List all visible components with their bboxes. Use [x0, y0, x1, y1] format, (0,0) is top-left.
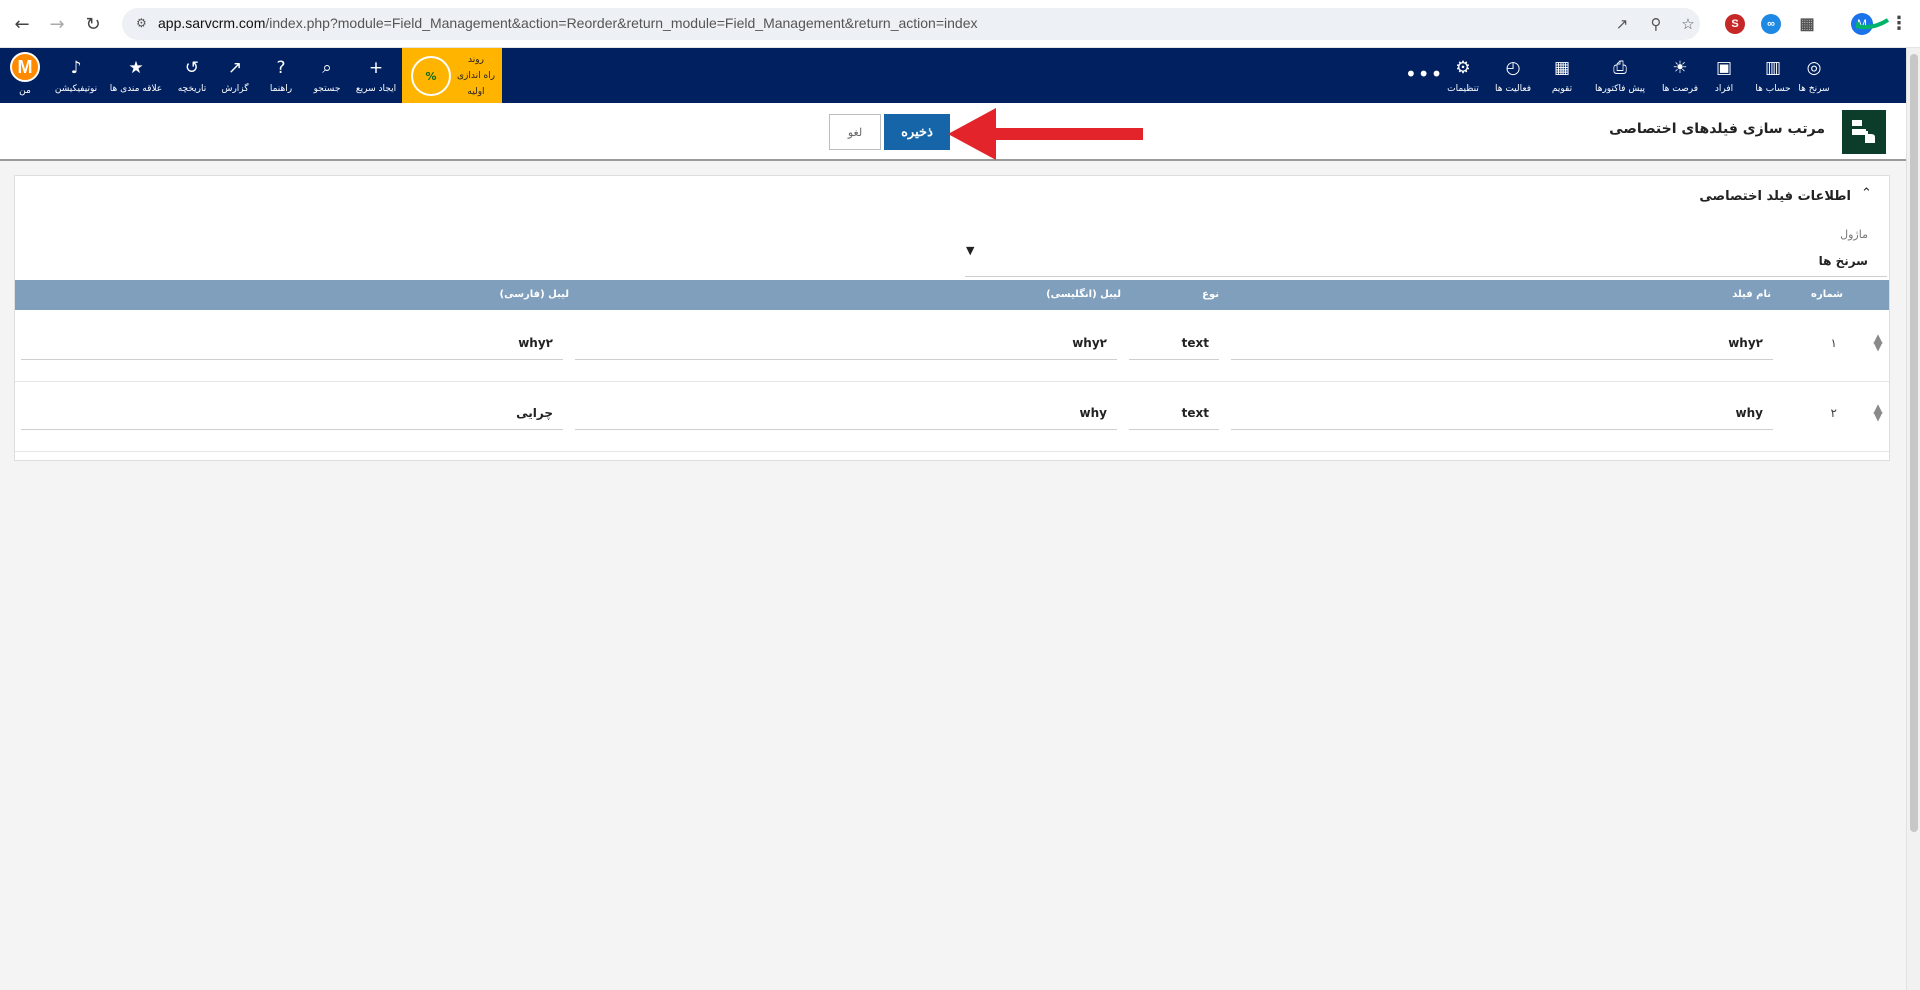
label-fa-cell: چرایی: [21, 398, 563, 430]
nav-right-item-3[interactable]: ☀ فرصت ها: [1650, 48, 1710, 103]
label-en-cell: why۲: [575, 328, 1117, 360]
setup-label-line3: اولیه: [467, 87, 485, 97]
nav-right-item-label: حساب ها: [1755, 83, 1791, 94]
module-select-value[interactable]: سرنخ ها: [1819, 254, 1868, 268]
column-header-type: نوع: [1202, 289, 1219, 300]
setup-percent: %: [425, 69, 437, 83]
zoom-icon[interactable]: ⚲: [1646, 14, 1666, 34]
back-icon[interactable]: ←: [10, 12, 34, 36]
nav-left-item-label: نوتیفیکیشن: [54, 83, 98, 94]
star-icon: ★: [128, 57, 144, 78]
gear-icon: ⚙: [1455, 57, 1471, 78]
module-reorder-icon: [1842, 110, 1886, 154]
nav-right-item-4[interactable]: ⎙ پیش فاکتورها: [1590, 48, 1650, 103]
nav-left-item-4[interactable]: ↺ تاریخچه: [162, 48, 222, 103]
drag-handle-icon[interactable]: ▲ ▼: [1871, 402, 1885, 424]
nav-left-item-label: ایجاد سریع: [355, 83, 397, 94]
panel-title[interactable]: اطلاعات فیلد اختصاصی: [1699, 189, 1851, 204]
url-path: /index.php?module=Field_Management&actio…: [265, 15, 978, 31]
report-chart-icon: ↗: [227, 57, 243, 78]
column-header-label-en: لیبل (انگلیسی): [1046, 289, 1121, 300]
help-icon: ?: [276, 57, 286, 78]
clock-icon: ◴: [1505, 57, 1521, 78]
page-scrollbar[interactable]: [1906, 48, 1920, 990]
type-cell: text: [1129, 398, 1219, 430]
nav-right-item-label: تقویم: [1551, 83, 1573, 94]
type-cell: text: [1129, 328, 1219, 360]
column-header-label-fa: لیبل (فارسی): [499, 289, 569, 300]
label-en-cell: why: [575, 398, 1117, 430]
label-fa-cell: why۲: [21, 328, 563, 360]
target-icon: ◎: [1806, 57, 1822, 78]
site-info-icon[interactable]: ⚙: [136, 16, 152, 32]
building-icon: ▥: [1764, 57, 1782, 78]
calendar-icon: ▦: [1553, 57, 1571, 78]
setup-label: روند راه اندازی اولیه: [454, 52, 498, 100]
user-label[interactable]: من: [10, 86, 40, 96]
column-header-number: شماره: [1811, 289, 1843, 300]
user-avatar[interactable]: M: [10, 52, 40, 82]
module-select-underline: [965, 276, 1887, 277]
bookmark-star-icon[interactable]: ☆: [1678, 14, 1698, 34]
setup-label-line2: راه اندازی: [456, 71, 496, 81]
table-row[interactable]: ▲ ▼ ۲ why text why چرایی: [15, 382, 1889, 452]
field-name-cell: why۲: [1231, 328, 1773, 360]
setup-label-line1: روند: [468, 55, 484, 65]
plus-icon: +: [368, 57, 384, 78]
chrome-menu-icon[interactable]: ⋮: [1890, 13, 1908, 34]
forward-icon[interactable]: →: [45, 12, 69, 36]
row-number: ۱: [1830, 336, 1837, 350]
nav-left-item-5[interactable]: ★ علاقه مندی ها: [106, 48, 166, 103]
url-text[interactable]: app.sarvcrm.com/index.php?module=Field_M…: [158, 15, 977, 31]
drag-handle-icon[interactable]: ▲ ▼: [1871, 332, 1885, 354]
invoice-icon: ⎙: [1613, 57, 1627, 78]
nav-item-dashboard-label[interactable]: کارتابل: [1852, 38, 1892, 48]
nav-left-item-6[interactable]: ♪ نوتیفیکیشن: [46, 48, 106, 103]
extension-s-icon[interactable]: S: [1725, 14, 1745, 34]
setup-progress-ring: %: [411, 56, 451, 96]
setup-progress[interactable]: % روند راه اندازی اولیه: [402, 48, 502, 103]
save-button[interactable]: ذخیره: [884, 114, 950, 150]
row-number: ۲: [1830, 406, 1837, 420]
module-field-label: ماژول: [1840, 228, 1868, 241]
lightbulb-icon: ☀: [1672, 57, 1688, 78]
nav-right-item-label: افراد: [1714, 83, 1734, 94]
address-bar[interactable]: ⚙ app.sarvcrm.com/index.php?module=Field…: [122, 8, 1700, 40]
table-row[interactable]: ▲ ▼ ۱ why۲ text why۲ why۲: [15, 312, 1889, 382]
scrollbar-thumb[interactable]: [1910, 54, 1918, 832]
annotation-arrow: [948, 108, 1143, 160]
chevron-up-icon[interactable]: ⌃: [1861, 186, 1875, 201]
more-menu-icon[interactable]: •••: [1405, 62, 1443, 86]
nav-left-item-label: جستجو: [313, 83, 341, 94]
nav-left-item-label: راهنما: [269, 83, 293, 94]
extensions-puzzle-icon[interactable]: ▦: [1797, 14, 1817, 34]
contact-card-icon: ▣: [1715, 57, 1733, 78]
brand-logo-icon[interactable]: [1852, 6, 1892, 36]
extension-infinity-icon[interactable]: ∞: [1761, 14, 1781, 34]
nav-right-item-label: پیش فاکتورها: [1594, 83, 1646, 94]
grid-header: شماره نام فیلد نوع لیبل (انگلیسی) لیبل (…: [15, 280, 1889, 310]
reload-icon[interactable]: ↻: [81, 12, 105, 36]
history-icon: ↺: [184, 57, 200, 78]
nav-left-item-label: گزارش: [221, 83, 249, 94]
nav-left-item-label: تاریخچه: [177, 83, 207, 94]
dropdown-caret-icon[interactable]: ▼: [966, 244, 974, 257]
field-name-cell: why: [1231, 398, 1773, 430]
open-in-app-icon[interactable]: ↗: [1612, 14, 1632, 34]
nav-right-item-label: تنظیمات: [1447, 83, 1479, 94]
nav-left-item-label: علاقه مندی ها: [109, 83, 163, 94]
field-info-panel: ⌃ اطلاعات فیلد اختصاصی ماژول سرنخ ها ▼ ش…: [14, 175, 1890, 461]
nav-right-item-label: فرصت ها: [1661, 83, 1699, 94]
browser-toolbar: ← → ↻ ⚙ app.sarvcrm.com/index.php?module…: [0, 0, 1920, 48]
nav-right-item-label: فعالیت ها: [1494, 83, 1532, 94]
page-title: مرتب سازی فیلدهای اختصاصی: [1609, 121, 1825, 137]
cancel-button[interactable]: لغو: [829, 114, 881, 150]
search-icon: ⌕: [322, 57, 332, 78]
bell-icon: ♪: [70, 57, 82, 78]
column-header-field-name: نام فیلد: [1732, 289, 1771, 300]
url-host: app.sarvcrm.com: [158, 15, 266, 31]
nav-right-item-label: سرنخ ها: [1798, 83, 1830, 94]
